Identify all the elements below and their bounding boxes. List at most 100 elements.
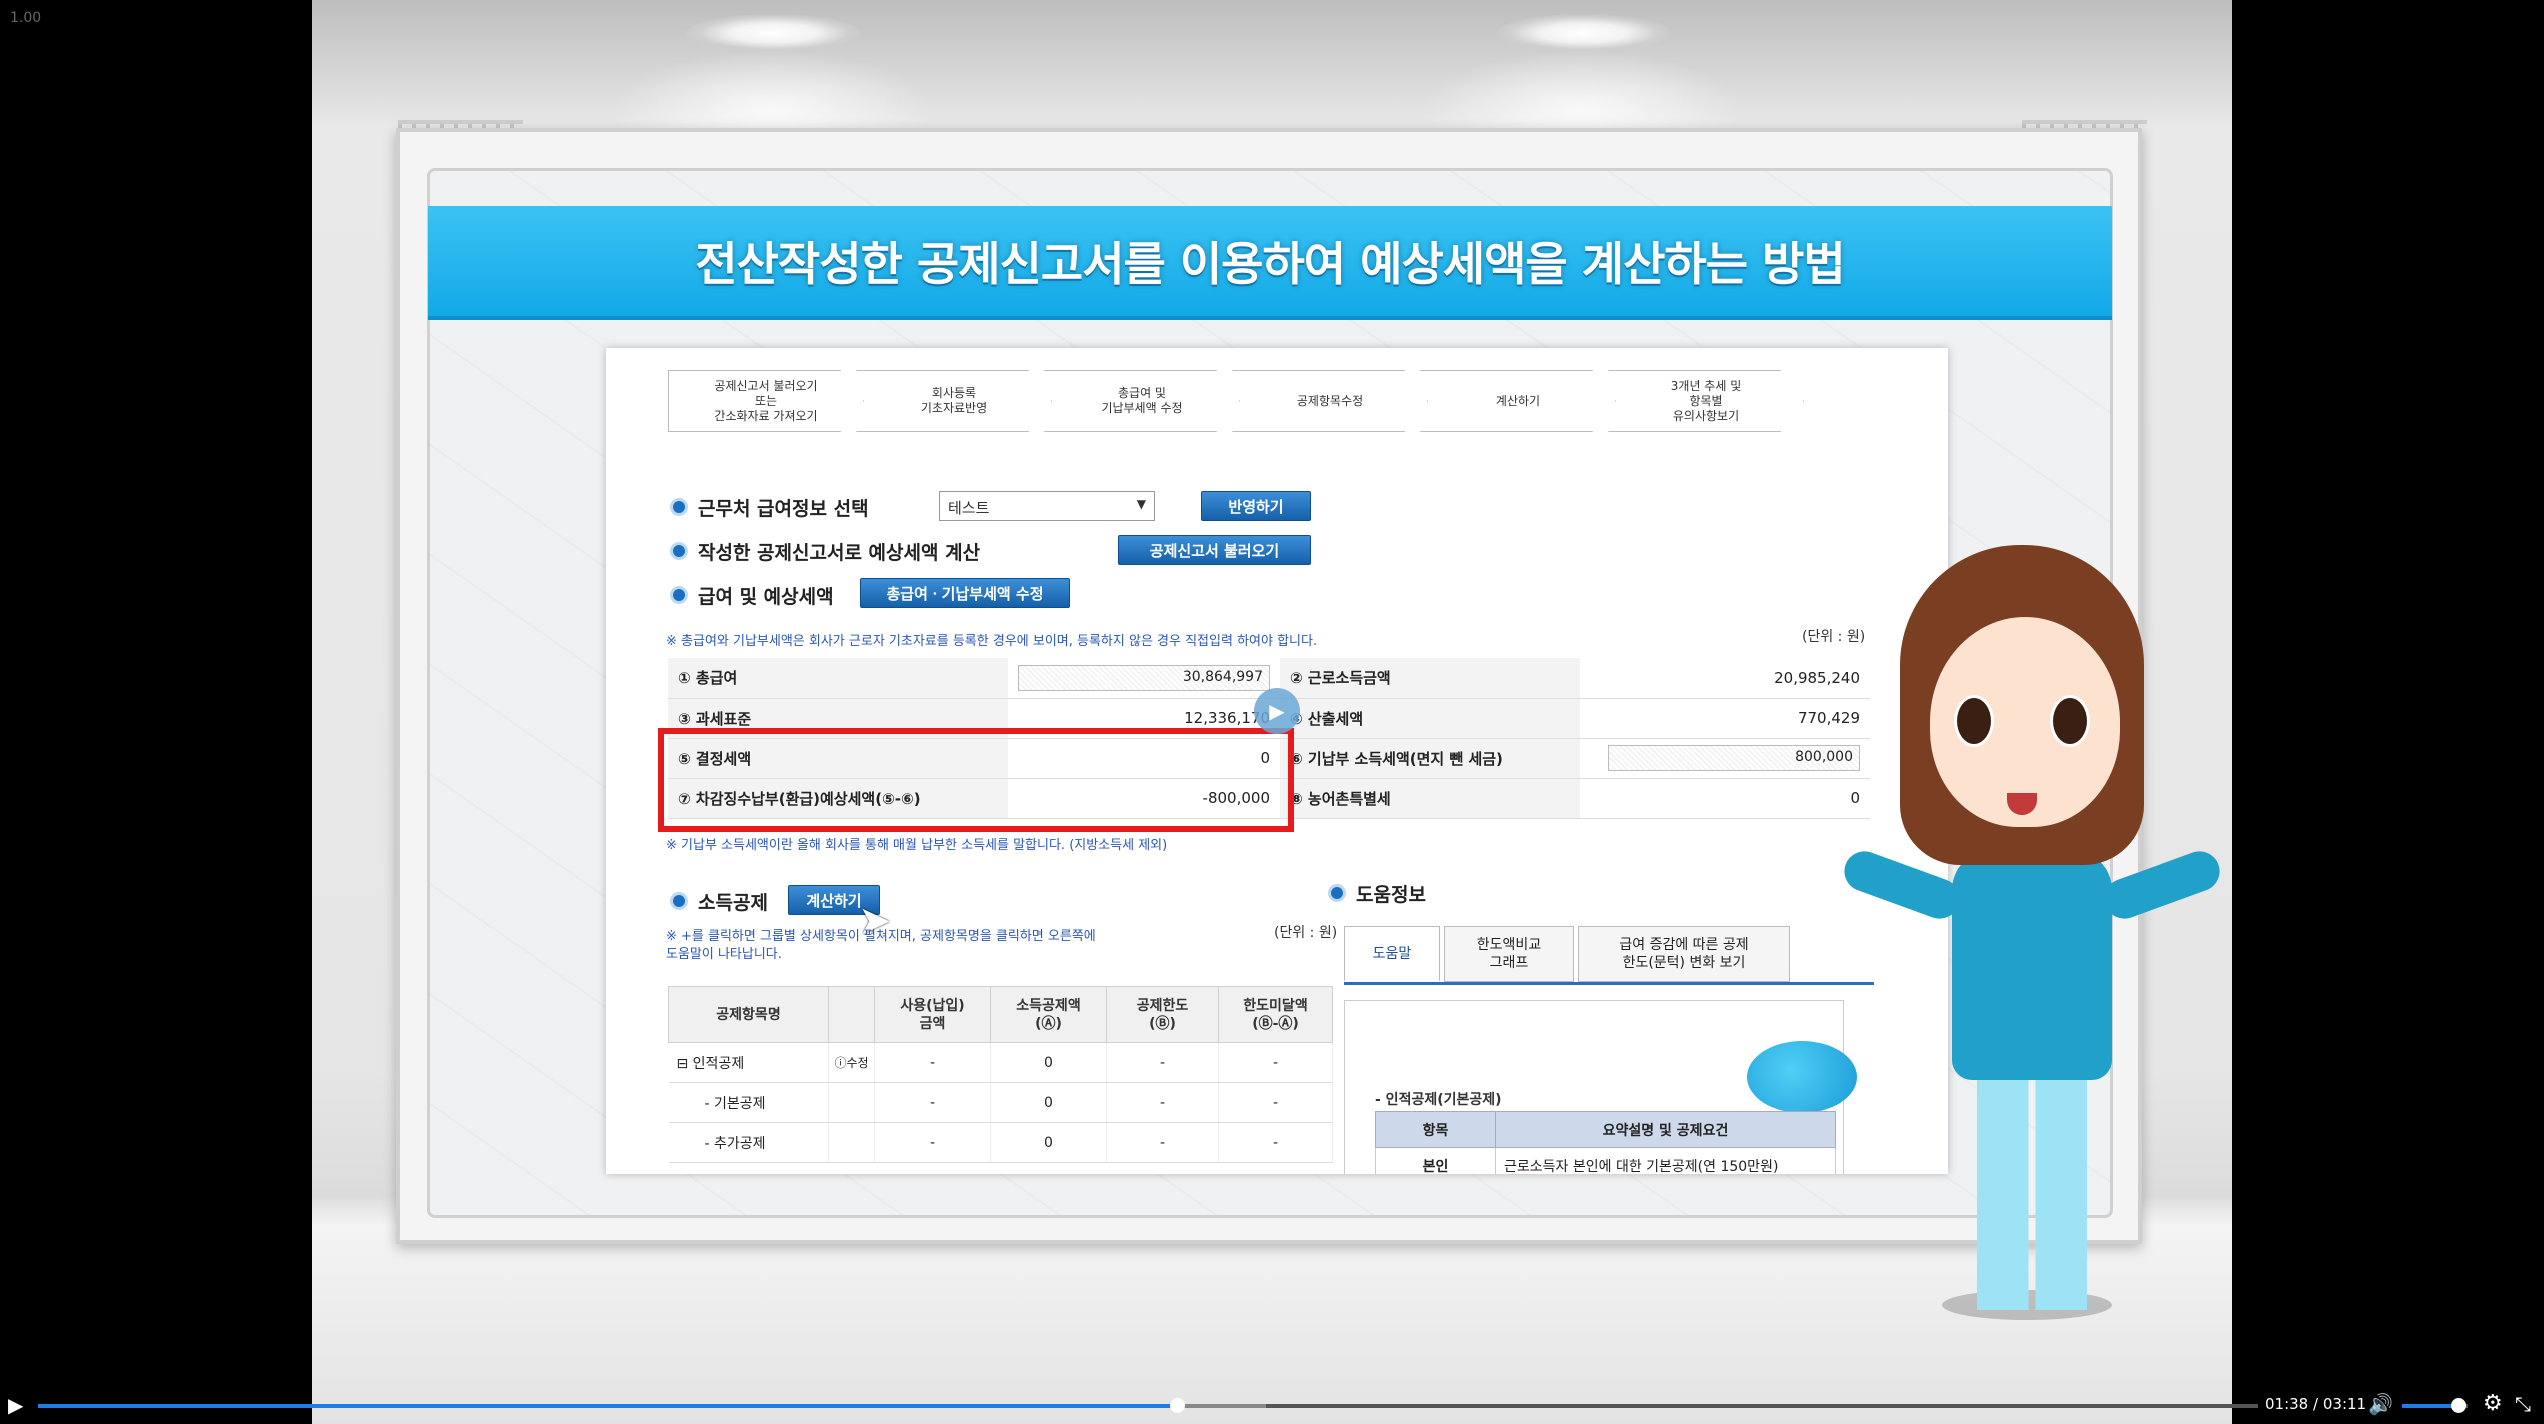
salary-footnote: ※ 기납부 소득세액이란 올해 회사를 통해 매월 납부한 소득세를 말합니다.… [666, 838, 1168, 853]
tab-underline [1344, 982, 1874, 985]
step-1[interactable]: 공제신고서 불러오기 또는 간소화자료 가져오기 [668, 370, 864, 432]
time-separator: / [2313, 1395, 2319, 1413]
tax-calculator-screen: 공제신고서 불러오기 또는 간소화자료 가져오기 회사등록 기초자료반영 총급여… [606, 348, 1948, 1174]
column-header: 사용(납입) 금액 [874, 986, 991, 1043]
process-steps: 공제신고서 불러오기 또는 간소화자료 가져오기 회사등록 기초자료반영 총급여… [668, 370, 1804, 432]
column-header: 공제항목명 [668, 986, 829, 1043]
prepaid-tax-input[interactable]: 800,000 [1608, 745, 1860, 771]
cell-label: ② 근로소득금액 [1280, 658, 1580, 699]
column-header: 요약설명 및 공제요건 [1495, 1111, 1836, 1148]
cell-value: 800,000 [1580, 738, 1870, 779]
cell-value: 770,429 [1580, 698, 1870, 739]
cell-value: - [1106, 1082, 1219, 1123]
section-title-calc: 작성한 공제신고서로 예상세액 계산 [698, 542, 981, 564]
edit-link[interactable]: ⓘ수정 [828, 1042, 875, 1083]
character-eye [2050, 695, 2090, 747]
load-form-button[interactable]: 공제신고서 불러오기 [1118, 535, 1311, 565]
help-title: 도움정보 [1356, 884, 1426, 906]
column-header [828, 986, 875, 1043]
salary-note: ※ 총급여와 기납부세액은 회사가 근로자 기초자료를 등록한 경우에 보이며,… [666, 634, 1318, 649]
play-icon: ▶ [1254, 688, 1300, 734]
step-5[interactable]: 계산하기 [1420, 370, 1616, 432]
edit-salary-button[interactable]: 총급여ㆍ기납부세액 수정 [860, 578, 1070, 608]
cell-value: - [874, 1042, 991, 1083]
help-section-title: - 인적공제(기본공제) [1375, 1092, 1502, 1108]
bullet-icon [670, 542, 688, 560]
volume-fill [2402, 1404, 2459, 1408]
column-header: 공제한도 (Ⓑ) [1106, 986, 1219, 1043]
playback-speed: 1.00 [10, 10, 42, 26]
step-3[interactable]: 총급여 및 기납부세액 수정 [1044, 370, 1240, 432]
step-2[interactable]: 회사등록 기초자료반영 [856, 370, 1052, 432]
step-4[interactable]: 공제항목수정 [1232, 370, 1428, 432]
help-panel: - 인적공제(기본공제) 항목 요약설명 및 공제요건 본인 근로소득자 본인에… [1344, 1000, 1857, 1174]
deduction-name[interactable]: ⊟ 인적공제 [668, 1042, 829, 1083]
bullet-icon [1328, 884, 1346, 902]
table-row[interactable]: ⊟ 인적공제 ⓘ수정 - 0 - - [668, 1042, 1333, 1083]
cell-value: 20,985,240 [1580, 658, 1870, 699]
cell-value: - [874, 1122, 991, 1163]
section-title-deduction: 소득공제 [698, 892, 768, 914]
cell-value: 0 [990, 1082, 1107, 1123]
mascot-icon [1747, 1041, 1857, 1113]
apply-button[interactable]: 반영하기 [1201, 491, 1311, 521]
cell-value: - [1218, 1122, 1333, 1163]
character-legs [1977, 1075, 2087, 1310]
table-row[interactable]: - 추가공제 - 0 - - [668, 1122, 1333, 1163]
section-title-workplace: 근무처 급여정보 선택 [698, 498, 869, 520]
video-player: 1.00 전산작성한 공제신고서를 이용하여 예상세액을 계산하는 방법 공제신… [0, 0, 2544, 1424]
volume-handle[interactable] [2451, 1398, 2467, 1413]
step-label: 총급여 및 기납부세액 수정 [1101, 386, 1183, 415]
column-header: 소득공제액 (Ⓐ) [990, 986, 1107, 1043]
salary-input[interactable]: 30,864,997 [1018, 664, 1270, 691]
table-row: 본인 근로소득자 본인에 대한 기본공제(연 150만원) [1375, 1147, 1836, 1174]
volume-icon[interactable]: 🔊 [2368, 1392, 2393, 1416]
step-label: 계산하기 [1495, 393, 1541, 408]
tab-help[interactable]: 도움말 [1344, 926, 1440, 982]
gear-icon[interactable]: ⚙ [2483, 1391, 2503, 1416]
exit-fullscreen-icon[interactable]: ⤡ [2515, 1392, 2531, 1416]
help-tabs: 도움말 한도액비교 그래프 급여 증감에 따른 공제 한도(문턱) 변화 보기 [1344, 926, 1794, 982]
table-header-row: 항목 요약설명 및 공제요건 [1375, 1111, 1836, 1148]
step-label: 공제신고서 불러오기 또는 간소화자료 가져오기 [714, 378, 818, 423]
cell-value: - [1218, 1082, 1333, 1123]
step-label: 공제항목수정 [1296, 393, 1364, 408]
deduction-name[interactable]: - 추가공제 [668, 1122, 829, 1163]
workplace-select[interactable]: 테스트 ▼ [939, 491, 1155, 521]
slide-title-banner: 전산작성한 공제신고서를 이용하여 예상세액을 계산하는 방법 [428, 206, 2112, 320]
tab-limit-graph[interactable]: 한도액비교 그래프 [1444, 926, 1574, 982]
current-time: 01:38 [2265, 1395, 2309, 1413]
deduction-table: 공제항목명 사용(납입) 금액 소득공제액 (Ⓐ) 공제한도 (Ⓑ) 한도미달액… [668, 986, 1333, 1163]
table-row[interactable]: - 기본공제 - 0 - - [668, 1082, 1333, 1123]
bullet-icon [670, 498, 688, 516]
cell-value: 0 [990, 1042, 1107, 1083]
progress-fill [38, 1404, 1177, 1408]
cell-value: - [1218, 1042, 1333, 1083]
step-label: 회사등록 기초자료반영 [920, 386, 988, 415]
column-header: 항목 [1375, 1111, 1496, 1148]
video-frame[interactable]: 전산작성한 공제신고서를 이용하여 예상세액을 계산하는 방법 공제신고서 불러… [312, 0, 2232, 1424]
deduction-name[interactable]: - 기본공제 [668, 1082, 829, 1123]
cell-value: - [1106, 1122, 1219, 1163]
cell-value: 근로소득자 본인에 대한 기본공제(연 150만원) [1495, 1147, 1836, 1174]
cell-value: 0 [990, 1122, 1107, 1163]
cell-value: - [874, 1082, 991, 1123]
column-header: 한도미달액 (Ⓑ-Ⓐ) [1218, 986, 1333, 1043]
tab-threshold[interactable]: 급여 증감에 따른 공제 한도(문턱) 변화 보기 [1578, 926, 1790, 982]
cell-value: 0 [1580, 778, 1870, 819]
step-6[interactable]: 3개년 추세 및 항목별 유의사항보기 [1608, 370, 1804, 432]
cell-label: ④ 산출세액 [1280, 698, 1580, 739]
slide-title: 전산작성한 공제신고서를 이용하여 예상세액을 계산하는 방법 [695, 237, 1845, 291]
play-icon[interactable]: ▶ [8, 1394, 30, 1416]
bullet-icon [670, 892, 688, 910]
presenter-character [1838, 545, 2226, 1325]
deduction-note: ※ +를 클릭하면 그룹별 상세항목이 펼쳐지며, 공제항목명을 클릭하면 오른… [666, 929, 1096, 962]
cell-value [828, 1082, 875, 1123]
select-value: 테스트 [948, 499, 990, 517]
step-label: 3개년 추세 및 항목별 유의사항보기 [1670, 378, 1742, 423]
cell-label: ⑥ 기납부 소득세액(면지 뺀 세금) [1280, 738, 1580, 779]
dropdown-arrow-icon: ▼ [1136, 497, 1146, 511]
player-controls: ▶ 01:38 / 03:11 🔊 ⚙ ⤡ [0, 1386, 2544, 1424]
character-eye [1954, 695, 1994, 747]
progress-handle[interactable] [1169, 1398, 1185, 1413]
